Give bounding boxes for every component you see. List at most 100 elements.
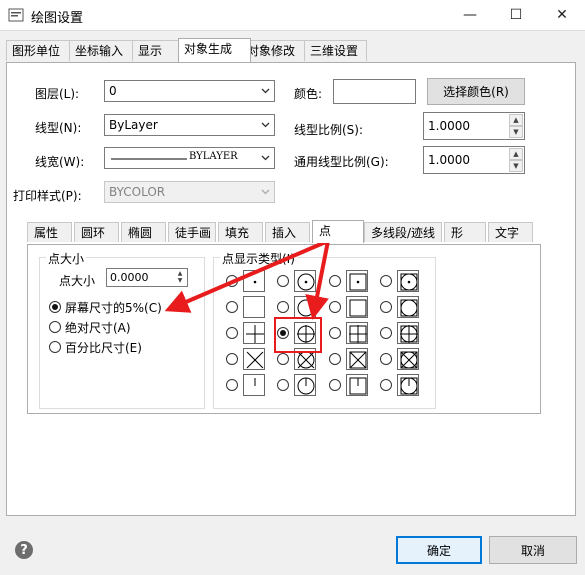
point-type-radio-r0-c3[interactable] <box>380 275 392 287</box>
point-glyph-icon <box>244 297 266 319</box>
point-type-radio-r0-c0[interactable] <box>226 275 238 287</box>
point-type-radio-r3-c1[interactable] <box>277 353 289 365</box>
cancel-button[interactable]: 取消 <box>489 536 577 564</box>
point-type-radio-r3-c0[interactable] <box>226 353 238 365</box>
point-type-radio-r1-c0[interactable] <box>226 301 238 313</box>
global-scale-stepper[interactable]: 1.0000 ▲ ▼ <box>423 146 525 174</box>
subtab-shape[interactable]: 形 <box>444 222 486 242</box>
subtab-freehand[interactable]: 徒手画 <box>168 222 216 242</box>
point-type-tick-plain-icon[interactable] <box>243 374 265 396</box>
linewidth-select[interactable]: BYLAYER <box>104 147 275 169</box>
app-icon <box>8 8 24 22</box>
point-type-plus-plain-icon[interactable] <box>243 322 265 344</box>
percent-size-label[interactable]: 百分比尺寸(E) <box>65 339 142 356</box>
layer-value: 0 <box>109 84 117 98</box>
plotstyle-value: BYCOLOR <box>109 185 166 199</box>
close-button[interactable]: ✕ <box>539 0 585 30</box>
point-glyph-icon <box>246 351 264 369</box>
point-glyph-icon <box>349 273 367 291</box>
point-type-cross-plain-icon[interactable] <box>243 348 265 370</box>
ok-button[interactable]: 确定 <box>396 536 482 564</box>
tab-3d-settings[interactable]: 三维设置 <box>304 40 367 61</box>
minimize-button[interactable]: — <box>447 0 493 30</box>
spin-up-icon[interactable]: ▲ <box>509 114 523 126</box>
point-type-tick-circle-icon[interactable] <box>294 374 316 396</box>
point-glyph-icon <box>400 325 418 343</box>
radio-percent-size[interactable] <box>49 341 61 353</box>
point-type-radio-r3-c3[interactable] <box>380 353 392 365</box>
point-type-none-square-icon[interactable] <box>346 296 368 318</box>
color-swatch[interactable] <box>333 79 416 104</box>
point-type-dot-circle-icon[interactable] <box>294 270 316 292</box>
point-type-radio-r4-c1[interactable] <box>277 379 289 391</box>
choose-color-button[interactable]: 选择颜色(R) <box>427 78 525 105</box>
subtab-attribute[interactable]: 属性 <box>27 222 72 242</box>
spin-down-icon[interactable]: ▼ <box>509 126 523 138</box>
point-size-group-title: 点大小 <box>46 250 87 267</box>
radio-absolute-size[interactable] <box>49 321 61 333</box>
subtab-donut[interactable]: 圆环 <box>74 222 119 242</box>
point-type-cross-square-icon[interactable] <box>346 348 368 370</box>
point-type-plus-circle-square-icon[interactable] <box>397 322 419 344</box>
point-type-none-plain-icon[interactable] <box>243 296 265 318</box>
spin-down-icon[interactable]: ▼ <box>509 160 523 172</box>
spin-down-icon[interactable]: ▼ <box>174 277 186 285</box>
point-type-radio-r3-c2[interactable] <box>329 353 341 365</box>
linetype-scale-stepper[interactable]: 1.0000 ▲ ▼ <box>423 112 525 140</box>
point-type-radio-r2-c2[interactable] <box>329 327 341 339</box>
linetype-scale-label: 线型比例(S): <box>294 123 364 137</box>
point-glyph-icon <box>297 299 315 317</box>
subtab-text[interactable]: 文字 <box>488 222 533 242</box>
linewidth-label: 线宽(W): <box>35 155 85 169</box>
layer-label: 图层(L): <box>35 87 80 101</box>
tab-object-creation[interactable]: 对象生成 <box>178 38 251 62</box>
point-type-none-circle-icon[interactable] <box>294 296 316 318</box>
subtab-ellipse[interactable]: 椭圆 <box>121 222 166 242</box>
subtab-point[interactable]: 点 <box>312 220 364 243</box>
point-type-tick-square-icon[interactable] <box>346 374 368 396</box>
color-label: 颜色: <box>294 87 323 101</box>
point-size-stepper[interactable]: 0.0000 ▲ ▼ <box>106 268 188 287</box>
chevron-down-icon <box>261 122 270 128</box>
point-size-group: 点大小 点大小 0.0000 ▲ ▼ 屏幕尺寸的5%(C) 绝对尺寸(A) 百分… <box>39 250 205 409</box>
point-glyph-icon <box>253 280 257 284</box>
point-type-radio-r4-c2[interactable] <box>329 379 341 391</box>
spin-up-icon[interactable]: ▲ <box>509 148 523 160</box>
point-type-plus-square-icon[interactable] <box>346 322 368 344</box>
point-type-radio-r0-c1[interactable] <box>277 275 289 287</box>
linetype-value: ByLayer <box>109 118 158 132</box>
point-type-radio-r0-c2[interactable] <box>329 275 341 287</box>
linetype-label: 线型(N): <box>35 121 82 135</box>
point-type-tick-circle-square-icon[interactable] <box>397 374 419 396</box>
point-type-radio-r4-c0[interactable] <box>226 379 238 391</box>
point-type-none-circle-square-icon[interactable] <box>397 296 419 318</box>
window-title: 绘图设置 <box>31 11 84 26</box>
radio-screen-percent[interactable] <box>49 301 61 313</box>
point-type-radio-r2-c0[interactable] <box>226 327 238 339</box>
point-type-radio-r1-c3[interactable] <box>380 301 392 313</box>
tab-display[interactable]: 显示 <box>132 40 180 61</box>
point-type-dot-circle-square-icon[interactable] <box>397 270 419 292</box>
point-glyph-icon <box>254 378 256 386</box>
global-scale-label: 通用线型比例(G): <box>294 155 389 169</box>
subtab-polyline[interactable]: 多线段/迹线 <box>364 222 442 242</box>
point-type-radio-r2-c3[interactable] <box>380 327 392 339</box>
help-icon[interactable]: ? <box>15 541 33 559</box>
point-type-radio-r1-c2[interactable] <box>329 301 341 313</box>
linetype-select[interactable]: ByLayer <box>104 114 275 136</box>
global-scale-value: 1.0000 <box>428 153 470 167</box>
point-type-radio-r1-c1[interactable] <box>277 301 289 313</box>
screen-percent-label[interactable]: 屏幕尺寸的5%(C) <box>65 299 162 316</box>
plotstyle-select: BYCOLOR <box>104 181 275 203</box>
point-type-radio-r4-c3[interactable] <box>380 379 392 391</box>
point-glyph-icon <box>297 377 315 395</box>
maximize-button[interactable]: ☐ <box>493 0 539 30</box>
subtab-fill[interactable]: 填充 <box>218 222 263 242</box>
point-type-dot-square-icon[interactable] <box>346 270 368 292</box>
point-type-cross-circle-square-icon[interactable] <box>397 348 419 370</box>
subtab-insert[interactable]: 插入 <box>265 222 310 242</box>
object-creation-panel: 图层(L): 0 线型(N): ByLayer 线宽(W): BYLAYER 打… <box>6 62 576 516</box>
layer-select[interactable]: 0 <box>104 80 275 102</box>
absolute-size-label[interactable]: 绝对尺寸(A) <box>65 319 131 336</box>
point-type-dot-plain-icon[interactable] <box>243 270 265 292</box>
